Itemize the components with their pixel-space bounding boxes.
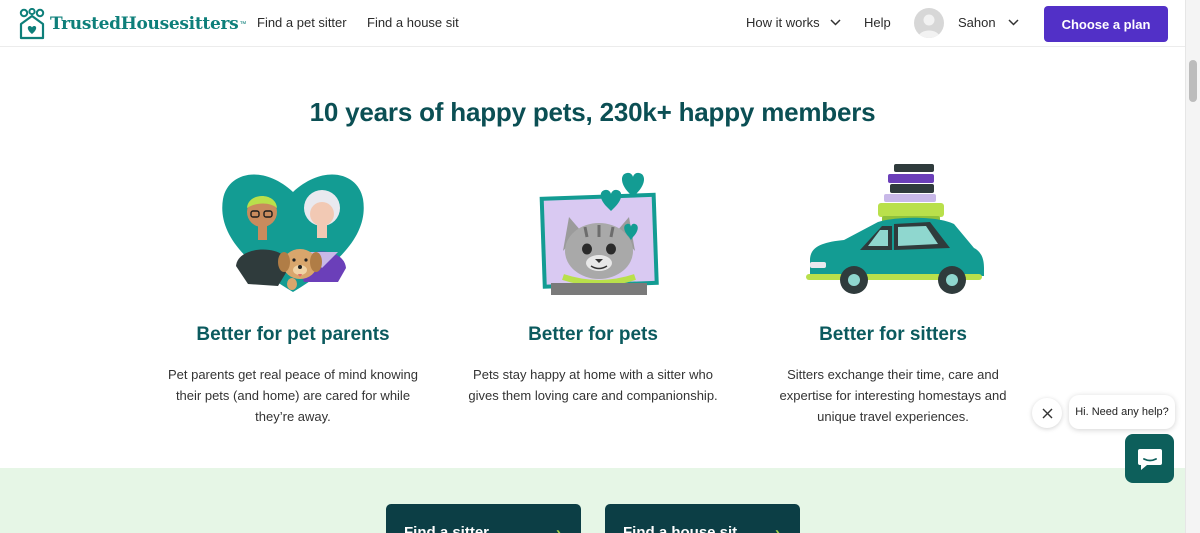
feature-title: Better for pets xyxy=(528,324,658,345)
logo-text: TrustedHousesitters xyxy=(50,14,239,34)
chevron-down-icon xyxy=(830,19,841,26)
nav-find-house-sit[interactable]: Find a house sit xyxy=(367,15,459,30)
close-icon xyxy=(1042,408,1052,418)
choose-plan-button[interactable]: Choose a plan xyxy=(1044,6,1168,42)
arrow-right-icon: › xyxy=(775,524,780,533)
feature-title: Better for sitters xyxy=(819,324,967,345)
find-house-sit-label: Find a house sit xyxy=(623,524,738,533)
feature-sitters: Better for sitters Sitters exchange thei… xyxy=(758,160,1028,427)
avatar[interactable] xyxy=(914,8,944,38)
feature-pet-parents: Better for pet parents Pet parents get r… xyxy=(158,160,428,427)
find-sitter-button[interactable]: Find a sitter › xyxy=(386,504,581,533)
logo[interactable]: TrustedHousesitters ™ xyxy=(18,8,246,40)
feature-pets: Better for pets Pets stay happy at home … xyxy=(458,160,728,406)
user-menu[interactable]: Sahon xyxy=(958,15,1019,30)
cta-band xyxy=(0,468,1185,533)
chat-close-button[interactable] xyxy=(1032,398,1062,428)
page-scrollbar[interactable] xyxy=(1185,0,1200,533)
chat-launcher-button[interactable] xyxy=(1125,434,1174,483)
pet-parents-illustration xyxy=(158,160,428,300)
nav-help[interactable]: Help xyxy=(864,15,891,30)
feature-title: Better for pet parents xyxy=(196,324,390,345)
chat-prompt[interactable]: Hi. Need any help? xyxy=(1069,395,1175,429)
arrow-right-icon: › xyxy=(556,524,561,533)
find-house-sit-button[interactable]: Find a house sit › xyxy=(605,504,800,533)
house-heart-logo-icon xyxy=(19,8,45,40)
site-header: TrustedHousesitters ™ Find a pet sitter … xyxy=(0,0,1185,47)
chevron-down-icon xyxy=(1008,19,1019,26)
nav-find-pet-sitter[interactable]: Find a pet sitter xyxy=(257,15,347,30)
section-headline: 10 years of happy pets, 230k+ happy memb… xyxy=(309,97,876,127)
logo-trademark: ™ xyxy=(239,20,247,28)
scrollbar-thumb[interactable] xyxy=(1189,60,1197,102)
user-name: Sahon xyxy=(958,15,996,30)
feature-text: Sitters exchange their time, care and ex… xyxy=(779,367,1007,424)
feature-text: Pets stay happy at home with a sitter wh… xyxy=(468,367,718,403)
sitters-illustration xyxy=(758,160,1028,300)
find-sitter-label: Find a sitter xyxy=(404,524,490,533)
pets-illustration xyxy=(458,160,728,300)
nav-how-it-works-label: How it works xyxy=(746,15,820,30)
avatar-icon xyxy=(918,14,940,38)
feature-text: Pet parents get real peace of mind knowi… xyxy=(167,367,419,424)
nav-how-it-works[interactable]: How it works xyxy=(746,15,841,30)
chat-icon xyxy=(1137,448,1162,470)
